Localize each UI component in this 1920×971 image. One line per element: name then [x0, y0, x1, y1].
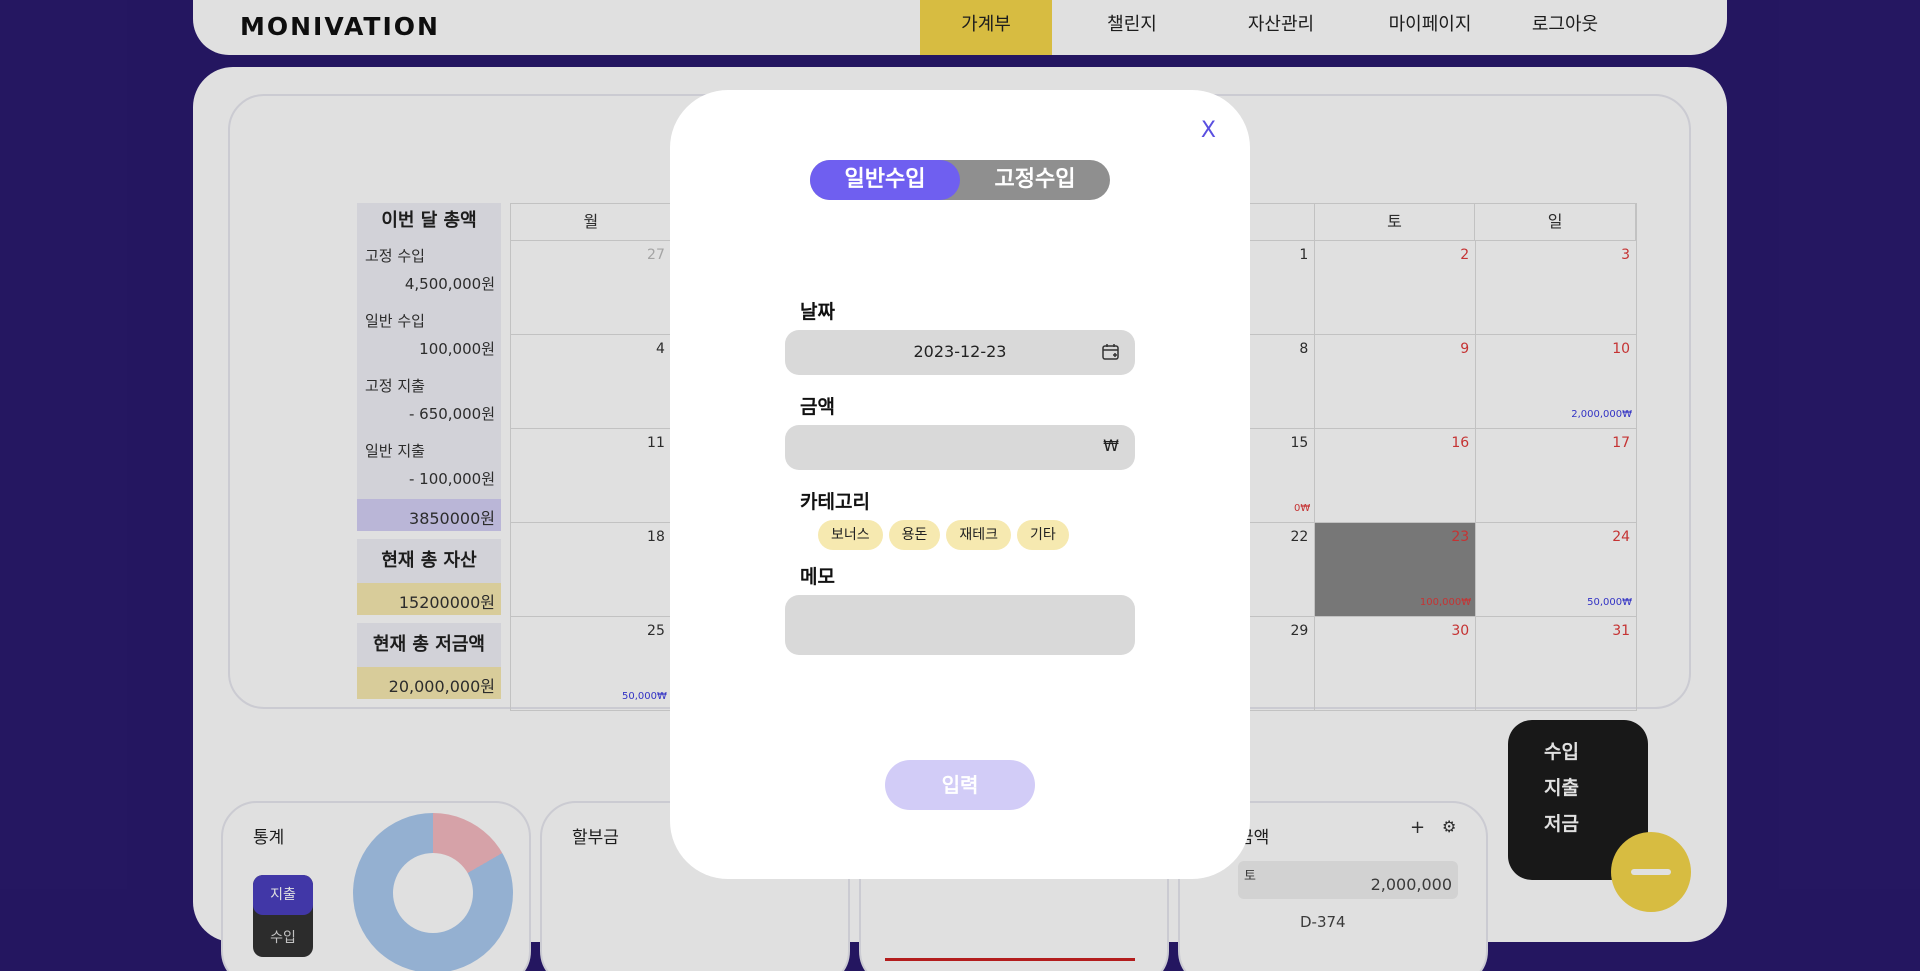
category-label: 카테고리: [800, 491, 870, 513]
date-value: 2023-12-23: [913, 342, 1007, 361]
income-type-toggle: 일반수입 고정수입: [810, 160, 1110, 200]
memo-input[interactable]: [785, 595, 1135, 655]
tab-fixed-income[interactable]: 고정수입: [960, 160, 1110, 200]
date-field[interactable]: 2023-12-23: [785, 330, 1135, 375]
date-label: 날짜: [800, 301, 835, 323]
submit-button[interactable]: 입력: [885, 760, 1035, 810]
category-chip-investment[interactable]: 재테크: [946, 520, 1012, 550]
won-currency-icon: ₩: [1103, 436, 1119, 455]
tab-general-income[interactable]: 일반수입: [810, 160, 960, 200]
income-modal: X 일반수입 고정수입 날짜 2023-12-23 금액 ₩ 카테고리 보너스 …: [670, 90, 1250, 879]
close-button[interactable]: X: [1201, 118, 1216, 143]
category-chip-allowance[interactable]: 용돈: [888, 520, 941, 550]
amount-input[interactable]: ₩: [785, 425, 1135, 470]
amount-label: 금액: [800, 396, 835, 418]
category-chips: 보너스 용돈 재테크 기타: [818, 520, 1069, 550]
calendar-icon[interactable]: [1101, 342, 1121, 362]
category-chip-bonus[interactable]: 보너스: [818, 520, 883, 550]
memo-label: 메모: [800, 566, 835, 588]
category-chip-other[interactable]: 기타: [1017, 520, 1069, 550]
